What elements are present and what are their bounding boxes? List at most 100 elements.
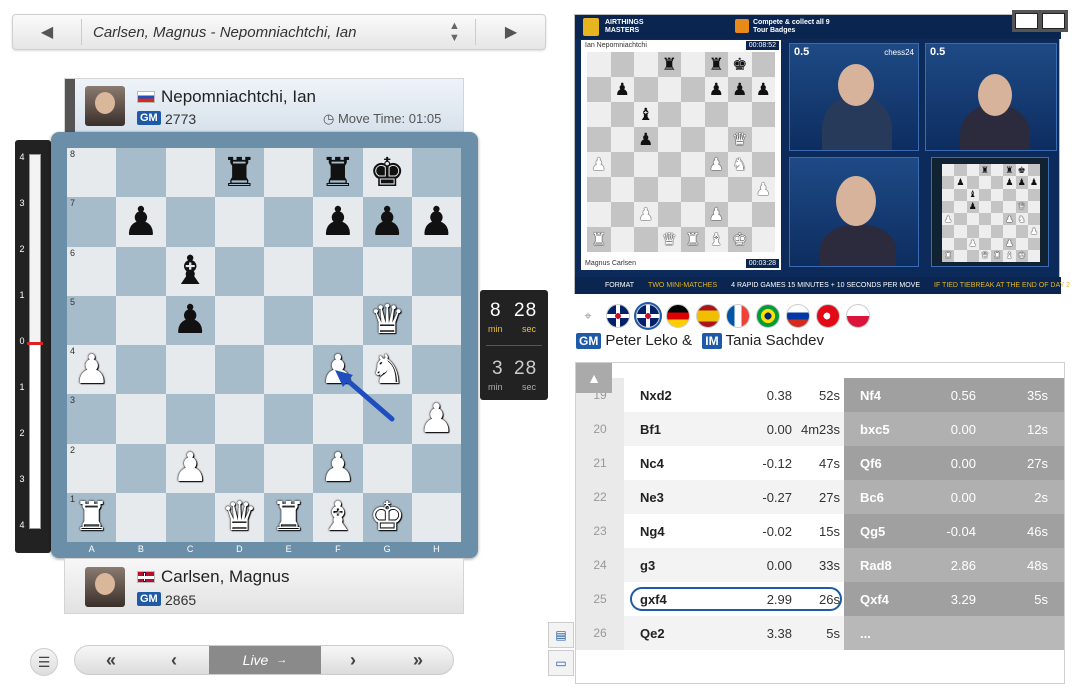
black-move-cell[interactable]: Qg5 -0.04 46s	[844, 514, 1064, 548]
board-square[interactable]	[362, 394, 412, 444]
board-square[interactable]	[116, 148, 166, 198]
board-square[interactable]	[165, 492, 215, 542]
flag-es-icon[interactable]	[696, 304, 720, 328]
board-square[interactable]: ♟	[116, 197, 166, 247]
board-square[interactable]	[362, 246, 412, 296]
last-move-button[interactable]: »	[385, 646, 451, 674]
menu-button[interactable]: ☰	[30, 648, 58, 676]
board-square[interactable]: ♛	[362, 295, 412, 345]
black-pawn-icon[interactable]: ♟	[369, 202, 405, 242]
pip-icon[interactable]	[1015, 13, 1038, 29]
board-square[interactable]	[264, 345, 314, 395]
board-square[interactable]: ♟	[313, 197, 363, 247]
board-square[interactable]: ♚	[362, 492, 412, 542]
board-square[interactable]	[165, 148, 215, 198]
black-pawn-icon[interactable]: ♟	[418, 202, 454, 242]
scroll-up-button[interactable]: ▲	[576, 363, 612, 393]
board-square[interactable]	[313, 246, 363, 296]
board-square[interactable]: 4 ♟	[67, 345, 117, 395]
black-pawn-icon[interactable]: ♟	[123, 202, 159, 242]
board-square[interactable]	[214, 345, 264, 395]
white-queen-icon[interactable]: ♛	[369, 300, 405, 340]
flag-gb-icon[interactable]	[636, 304, 660, 328]
board-square[interactable]	[116, 345, 166, 395]
next-move-button[interactable]: ›	[323, 646, 383, 674]
game-title[interactable]: Carlsen, Magnus - Nepomniachtchi, Ian	[93, 24, 356, 41]
black-move[interactable]: Qxf4	[860, 582, 889, 616]
board-square[interactable]	[264, 295, 314, 345]
board-square[interactable]	[214, 443, 264, 493]
white-knight-icon[interactable]: ♞	[369, 350, 405, 390]
white-move[interactable]: Ne3	[640, 480, 664, 514]
board-square[interactable]: 6	[67, 246, 117, 296]
white-move-cell[interactable]: Qe2 3.38 5s	[624, 616, 844, 650]
video-layout-controls[interactable]	[1012, 10, 1068, 32]
black-move-cell[interactable]: ...	[844, 616, 1064, 650]
board-square[interactable]: ♟	[165, 443, 215, 493]
black-pawn-icon[interactable]: ♟	[320, 202, 356, 242]
board-square[interactable]: 5	[67, 295, 117, 345]
black-rook-icon[interactable]: ♜	[320, 153, 356, 193]
white-move[interactable]: Qe2	[640, 616, 665, 650]
board-square[interactable]: ♝	[165, 246, 215, 296]
white-pawn-icon[interactable]: ♟	[172, 448, 208, 488]
board-square[interactable]: ♟	[411, 394, 461, 444]
white-move-cell[interactable]: Ng4 -0.02 15s	[624, 514, 844, 548]
white-queen-icon[interactable]: ♛	[221, 497, 257, 537]
white-pawn-icon[interactable]: ♟	[418, 399, 454, 439]
board-square[interactable]	[411, 148, 461, 198]
flag-fr-icon[interactable]	[726, 304, 750, 328]
black-move-cell[interactable]: Qxf4 3.29 5s	[844, 582, 1064, 616]
board-square[interactable]: 7	[67, 197, 117, 247]
chat-icon[interactable]: ▭	[548, 650, 574, 676]
board-square[interactable]	[411, 246, 461, 296]
white-king-icon[interactable]: ♚	[369, 497, 405, 537]
black-move[interactable]: Qf6	[860, 446, 882, 480]
board-square[interactable]	[411, 443, 461, 493]
board-square[interactable]: ♞	[362, 345, 412, 395]
black-move-cell[interactable]: Qf6 0.00 27s	[844, 446, 1064, 480]
board-square[interactable]	[214, 246, 264, 296]
white-move[interactable]: g3	[640, 548, 655, 582]
first-move-button[interactable]: «	[83, 646, 139, 674]
board-square[interactable]	[165, 197, 215, 247]
board-square[interactable]: 1 ♜	[67, 492, 117, 542]
next-game-button[interactable]: ▶	[477, 15, 545, 49]
white-pawn-icon[interactable]: ♟	[320, 448, 356, 488]
black-move[interactable]: Bc6	[860, 480, 884, 514]
board-square[interactable]	[214, 295, 264, 345]
board-square[interactable]	[411, 345, 461, 395]
board-square[interactable]: ♟	[362, 197, 412, 247]
board-square[interactable]	[116, 295, 166, 345]
prev-move-button[interactable]: ‹	[141, 646, 207, 674]
prev-game-button[interactable]: ◀	[13, 15, 81, 49]
game-dropdown-icon[interactable]: ▲ ▼	[449, 20, 460, 44]
flag-tr-icon[interactable]	[816, 304, 840, 328]
white-move-cell[interactable]: Ne3 -0.27 27s	[624, 480, 844, 514]
black-move[interactable]: bxc5	[860, 412, 890, 446]
black-move-cell[interactable]: bxc5 0.00 12s	[844, 412, 1064, 446]
black-rook-icon[interactable]: ♜	[221, 153, 257, 193]
white-move[interactable]: Nxd2	[640, 378, 672, 412]
board-square[interactable]: ♟	[313, 345, 363, 395]
board-square[interactable]	[362, 443, 412, 493]
board-square[interactable]	[214, 394, 264, 444]
white-pawn-icon[interactable]: ♟	[320, 350, 356, 390]
board-square[interactable]: ♜	[214, 148, 264, 198]
board-square[interactable]	[313, 295, 363, 345]
white-move-cell[interactable]: g3 0.00 33s	[624, 548, 844, 582]
board-square[interactable]	[116, 246, 166, 296]
white-pawn-icon[interactable]: ♟	[74, 350, 110, 390]
bottom-player-name[interactable]: Carlsen, Magnus	[161, 567, 290, 587]
board-square[interactable]	[411, 492, 461, 542]
board-square[interactable]	[264, 394, 314, 444]
board-square[interactable]	[264, 197, 314, 247]
white-bishop-icon[interactable]: ♝	[320, 497, 356, 537]
black-bishop-icon[interactable]: ♝	[172, 251, 208, 291]
black-move[interactable]: Nf4	[860, 378, 881, 412]
black-king-icon[interactable]: ♚	[369, 153, 405, 193]
black-move-cell[interactable]: Nf4 0.56 35s	[844, 378, 1064, 412]
black-move[interactable]: ...	[860, 616, 871, 650]
black-pawn-icon[interactable]: ♟	[172, 300, 208, 340]
board-square[interactable]: ♟	[313, 443, 363, 493]
